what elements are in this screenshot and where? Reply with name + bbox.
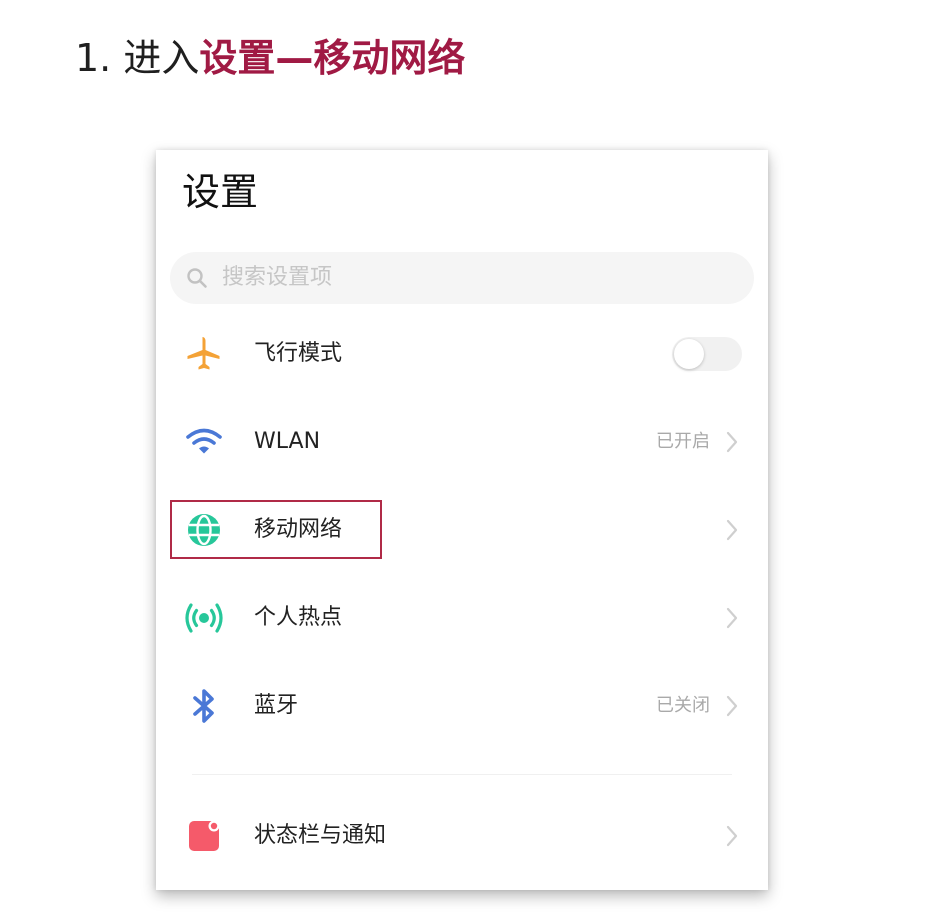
chevron-right-icon — [726, 607, 738, 629]
settings-item-status-bar-notifications[interactable]: 状态栏与通知 — [156, 796, 768, 876]
settings-item-airplane-mode[interactable]: 飞行模式 — [156, 314, 768, 394]
settings-item-label: 蓝牙 — [254, 693, 299, 718]
highlight-box — [170, 500, 382, 559]
settings-item-label: 个人热点 — [254, 605, 343, 630]
chevron-right-icon — [726, 695, 738, 717]
bluetooth-status: 已关闭 — [656, 695, 710, 716]
airplane-icon — [187, 337, 220, 370]
search-bar[interactable]: 搜索设置项 — [170, 252, 754, 304]
settings-item-personal-hotspot[interactable]: 个人热点 — [156, 578, 768, 658]
airplane-mode-toggle[interactable] — [672, 337, 742, 371]
settings-item-wlan[interactable]: WLAN 已开启 — [156, 402, 768, 482]
settings-screenshot: 设置 搜索设置项 飞行模式 WLAN 已开启 移动网络 个人热点 蓝牙 已关闭 … — [156, 150, 768, 890]
settings-item-label: 状态栏与通知 — [254, 823, 387, 848]
instruction-step: 1. 进入 — [75, 36, 200, 80]
notification-icon — [189, 820, 220, 851]
search-placeholder: 搜索设置项 — [222, 265, 333, 290]
instruction-heading: 1. 进入设置—移动网络 — [75, 32, 465, 84]
search-icon — [187, 268, 207, 288]
settings-item-label: WLAN — [254, 429, 321, 454]
chevron-right-icon — [726, 825, 738, 847]
settings-item-label: 飞行模式 — [254, 341, 343, 366]
settings-item-bluetooth[interactable]: 蓝牙 已关闭 — [156, 666, 768, 746]
bluetooth-icon — [193, 689, 214, 723]
toggle-knob — [674, 339, 704, 369]
wlan-status: 已开启 — [656, 431, 710, 452]
chevron-right-icon — [726, 431, 738, 453]
wifi-icon — [186, 428, 222, 454]
section-divider — [192, 774, 732, 775]
instruction-emphasis: 设置—移动网络 — [199, 36, 466, 80]
page-title: 设置 — [182, 170, 259, 214]
hotspot-icon — [185, 603, 223, 633]
chevron-right-icon — [726, 519, 738, 541]
